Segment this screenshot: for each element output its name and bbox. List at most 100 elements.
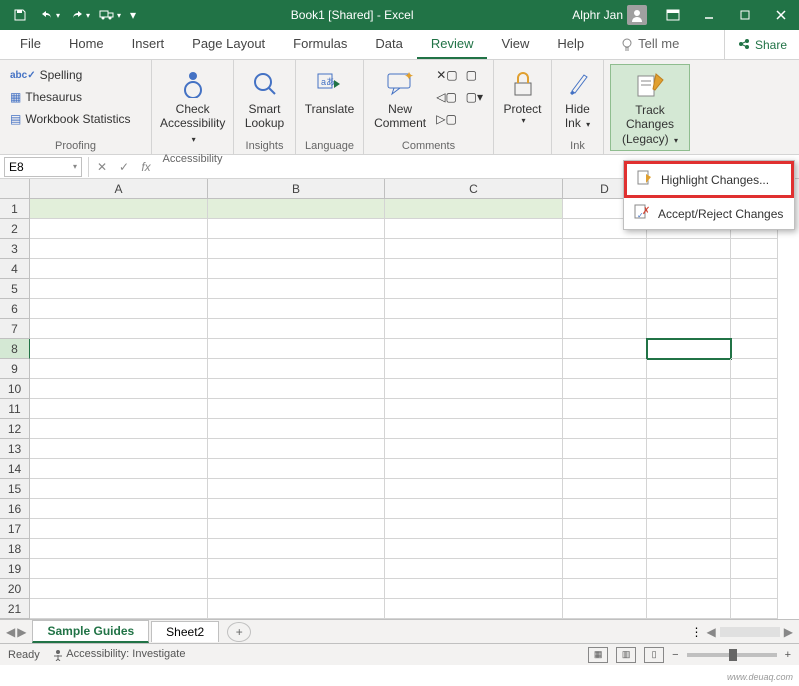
cell-C19[interactable] xyxy=(385,559,563,579)
cell-A16[interactable] xyxy=(30,499,208,519)
sheet-prev-icon[interactable]: ◀ xyxy=(6,625,15,639)
cell-E11[interactable] xyxy=(647,399,731,419)
cell-E15[interactable] xyxy=(647,479,731,499)
cell-D3[interactable] xyxy=(563,239,647,259)
tell-me-search[interactable]: Tell me xyxy=(606,30,693,59)
cell-F13[interactable] xyxy=(731,439,778,459)
cell-A1[interactable] xyxy=(30,199,208,219)
cell-B13[interactable] xyxy=(208,439,385,459)
cell-A7[interactable] xyxy=(30,319,208,339)
tab-page-layout[interactable]: Page Layout xyxy=(178,30,279,59)
row-header-13[interactable]: 13 xyxy=(0,439,30,459)
tab-file[interactable]: File xyxy=(6,30,55,59)
tab-home[interactable]: Home xyxy=(55,30,118,59)
ribbon-display-options-icon[interactable] xyxy=(655,0,691,30)
cell-F6[interactable] xyxy=(731,299,778,319)
protect-button[interactable]: Protect▾ xyxy=(500,64,545,130)
cell-D11[interactable] xyxy=(563,399,647,419)
track-changes-button[interactable]: Track Changes(Legacy) ▾ xyxy=(610,64,690,151)
select-all-corner[interactable] xyxy=(0,179,30,199)
check-accessibility-button[interactable]: CheckAccessibility ▾ xyxy=(158,64,227,149)
row-header-3[interactable]: 3 xyxy=(0,239,30,259)
row-header-21[interactable]: 21 xyxy=(0,599,30,619)
cell-D6[interactable] xyxy=(563,299,647,319)
cell-C5[interactable] xyxy=(385,279,563,299)
cell-C12[interactable] xyxy=(385,419,563,439)
col-header-B[interactable]: B xyxy=(208,179,385,199)
cell-F12[interactable] xyxy=(731,419,778,439)
cell-F7[interactable] xyxy=(731,319,778,339)
cell-F10[interactable] xyxy=(731,379,778,399)
tab-scroll-left-icon[interactable]: ◀ xyxy=(707,625,716,639)
row-header-6[interactable]: 6 xyxy=(0,299,30,319)
show-comments-button[interactable]: ▢ xyxy=(462,64,487,86)
accessibility-status[interactable]: Accessibility: Investigate xyxy=(52,648,186,660)
cell-F14[interactable] xyxy=(731,459,778,479)
cell-B9[interactable] xyxy=(208,359,385,379)
tab-help[interactable]: Help xyxy=(543,30,598,59)
delete-comment-button[interactable]: ✕▢ xyxy=(432,64,461,86)
cell-F8[interactable] xyxy=(731,339,778,359)
share-button[interactable]: Share xyxy=(724,30,799,59)
cell-B7[interactable] xyxy=(208,319,385,339)
cell-D4[interactable] xyxy=(563,259,647,279)
tab-review[interactable]: Review xyxy=(417,30,488,59)
cell-D7[interactable] xyxy=(563,319,647,339)
save-icon[interactable] xyxy=(6,3,34,27)
cell-A14[interactable] xyxy=(30,459,208,479)
zoom-out-icon[interactable]: − xyxy=(672,649,678,661)
row-header-8[interactable]: 8 xyxy=(0,339,30,359)
cell-E16[interactable] xyxy=(647,499,731,519)
cell-B20[interactable] xyxy=(208,579,385,599)
new-comment-button[interactable]: ✦NewComment xyxy=(370,64,430,135)
row-header-17[interactable]: 17 xyxy=(0,519,30,539)
row-header-4[interactable]: 4 xyxy=(0,259,30,279)
user-account[interactable]: Alphr Jan xyxy=(564,5,655,25)
cell-E5[interactable] xyxy=(647,279,731,299)
cell-E13[interactable] xyxy=(647,439,731,459)
cell-B19[interactable] xyxy=(208,559,385,579)
cell-C11[interactable] xyxy=(385,399,563,419)
highlight-changes-item[interactable]: Highlight Changes... xyxy=(624,161,794,198)
tab-data[interactable]: Data xyxy=(361,30,416,59)
cell-B3[interactable] xyxy=(208,239,385,259)
row-header-11[interactable]: 11 xyxy=(0,399,30,419)
cell-D19[interactable] xyxy=(563,559,647,579)
row-header-10[interactable]: 10 xyxy=(0,379,30,399)
cell-C20[interactable] xyxy=(385,579,563,599)
cell-F17[interactable] xyxy=(731,519,778,539)
cell-D12[interactable] xyxy=(563,419,647,439)
cell-A19[interactable] xyxy=(30,559,208,579)
cell-C14[interactable] xyxy=(385,459,563,479)
workbook-stats-button[interactable]: ▤Workbook Statistics xyxy=(6,108,135,130)
cell-B15[interactable] xyxy=(208,479,385,499)
cell-E18[interactable] xyxy=(647,539,731,559)
row-header-1[interactable]: 1 xyxy=(0,199,30,219)
hide-ink-button[interactable]: HideInk ▾ xyxy=(558,64,597,135)
cell-A13[interactable] xyxy=(30,439,208,459)
name-box-dropdown-icon[interactable]: ▾ xyxy=(73,162,77,171)
cell-D5[interactable] xyxy=(563,279,647,299)
sheet-tab-sheet2[interactable]: Sheet2 xyxy=(151,621,219,642)
cell-E19[interactable] xyxy=(647,559,731,579)
cell-F15[interactable] xyxy=(731,479,778,499)
cell-B6[interactable] xyxy=(208,299,385,319)
cell-B16[interactable] xyxy=(208,499,385,519)
prev-comment-button[interactable]: ◁▢ xyxy=(432,86,461,108)
cell-F4[interactable] xyxy=(731,259,778,279)
cell-D20[interactable] xyxy=(563,579,647,599)
cell-A10[interactable] xyxy=(30,379,208,399)
thesaurus-button[interactable]: ▦Thesaurus xyxy=(6,86,135,108)
cell-B5[interactable] xyxy=(208,279,385,299)
cell-A6[interactable] xyxy=(30,299,208,319)
sheet-tab-sample-guides[interactable]: Sample Guides xyxy=(32,620,149,643)
cell-C7[interactable] xyxy=(385,319,563,339)
cell-D14[interactable] xyxy=(563,459,647,479)
cell-D8[interactable] xyxy=(563,339,647,359)
row-header-14[interactable]: 14 xyxy=(0,459,30,479)
cell-B12[interactable] xyxy=(208,419,385,439)
cell-A8[interactable] xyxy=(30,339,208,359)
cell-A20[interactable] xyxy=(30,579,208,599)
cell-B1[interactable] xyxy=(208,199,385,219)
cell-F16[interactable] xyxy=(731,499,778,519)
